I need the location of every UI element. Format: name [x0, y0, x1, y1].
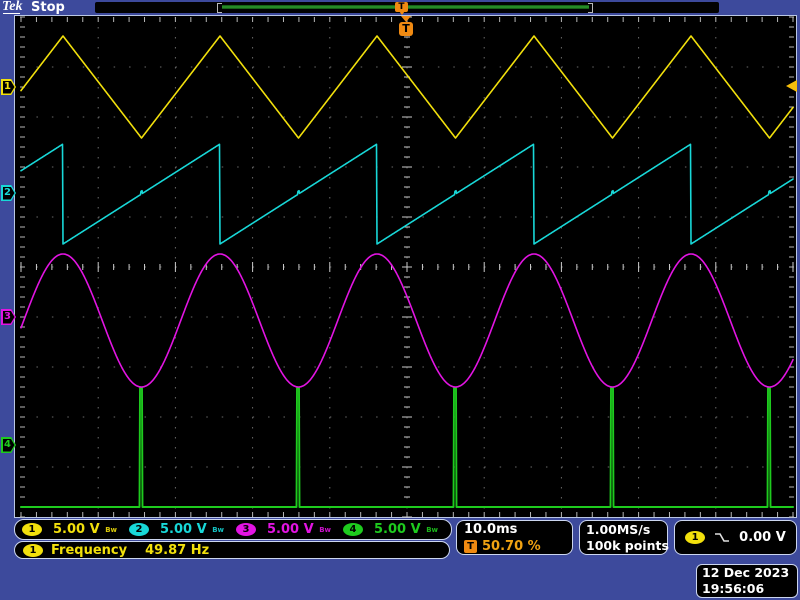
channel-2-readout[interactable]: 2 5.00 V Bw [122, 522, 229, 537]
channel-1-marker[interactable]: 1 [1, 79, 16, 95]
date-value: 12 Dec 2023 [702, 565, 790, 580]
channel-4-scale: 5.00 V [374, 522, 421, 537]
marker-label: 2 [4, 187, 11, 198]
measurement-readout[interactable]: 1 Frequency 49.87 Hz [14, 541, 450, 559]
channel-1-badge: 1 [22, 523, 42, 536]
horizontal-readout[interactable]: 10.0ms T 50.70 % [456, 520, 573, 555]
timebase-value: 10.0ms [464, 522, 518, 537]
measurement-source-badge: 1 [23, 543, 43, 557]
record-length-value: 100k points [586, 538, 669, 553]
trigger-position-flag[interactable]: T [399, 22, 413, 36]
bandwidth-icon: Bw [319, 525, 331, 534]
channel-3-marker[interactable]: 3 [1, 309, 16, 325]
trigger-level-arrow-icon[interactable] [786, 80, 797, 92]
time-value: 19:56:06 [702, 581, 765, 596]
record-window-bracket-right [588, 3, 593, 13]
record-view-bar: T [95, 2, 719, 15]
tek-logo: Tek [2, 0, 23, 14]
bandwidth-icon: Bw [212, 525, 224, 534]
bandwidth-icon: Bw [426, 525, 438, 534]
marker-label: 1 [4, 81, 11, 92]
channel-3-readout[interactable]: 3 5.00 V Bw [229, 522, 336, 537]
measurement-label: Frequency [51, 542, 128, 558]
channel-4-readout[interactable]: 4 5.00 V Bw [336, 522, 443, 537]
trigger-source-badge: 1 [685, 531, 706, 544]
trigger-readout[interactable]: 1 0.00 V [674, 520, 797, 555]
channel-2-badge: 2 [129, 523, 149, 536]
acquisition-status: Stop [31, 0, 65, 15]
channel-3-scale: 5.00 V [267, 522, 314, 537]
record-window-bracket-left [217, 3, 222, 13]
falling-edge-icon [715, 533, 730, 542]
channel-readout-bar: 1 5.00 V Bw 2 5.00 V Bw 3 5.00 V Bw 4 5.… [14, 519, 452, 540]
oscilloscope-screen: { "header": { "logo": "Tek", "status": "… [0, 0, 800, 600]
waveform-display [14, 15, 797, 518]
datetime-display: 12 Dec 2023 19:56:06 [696, 564, 798, 598]
trigger-level-value: 0.00 V [739, 530, 786, 545]
channel-3-badge: 3 [236, 523, 256, 536]
channel-2-scale: 5.00 V [160, 522, 207, 537]
channel-1-readout[interactable]: 1 5.00 V Bw [15, 522, 122, 537]
acquisition-readout[interactable]: 1.00MS/s 100k points [579, 520, 669, 555]
trigger-position-value: 50.70 % [482, 538, 541, 554]
channel-4-marker[interactable]: 4 [1, 437, 16, 453]
channel-2-marker[interactable]: 2 [1, 185, 16, 201]
marker-label: 4 [4, 439, 11, 450]
channel-1-scale: 5.00 V [53, 522, 100, 537]
marker-label: 3 [4, 311, 11, 322]
bandwidth-icon: Bw [105, 525, 117, 534]
channel-4-badge: 4 [343, 523, 363, 536]
waveform-plot [20, 16, 794, 518]
measurement-value: 49.87 Hz [145, 542, 210, 558]
sample-rate-value: 1.00MS/s [586, 522, 651, 537]
trigger-t-icon: T [464, 539, 477, 553]
